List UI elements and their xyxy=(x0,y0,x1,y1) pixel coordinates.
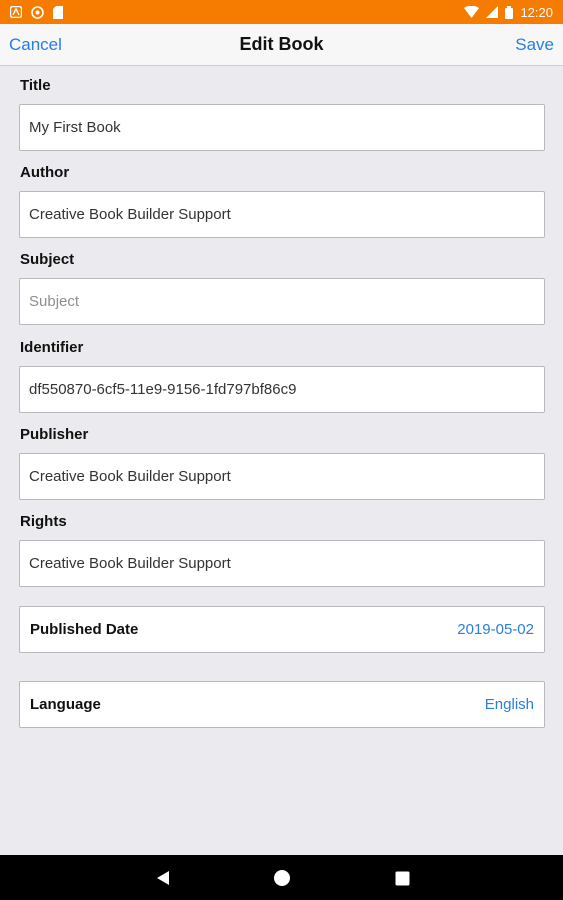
author-field[interactable] xyxy=(19,191,545,238)
nav-bar: Cancel Edit Book Save xyxy=(0,24,563,66)
recents-icon[interactable] xyxy=(391,867,413,889)
cancel-button[interactable]: Cancel xyxy=(9,35,62,55)
home-icon[interactable] xyxy=(271,867,293,889)
publisher-field[interactable] xyxy=(19,453,545,500)
sd-card-icon xyxy=(53,5,63,19)
subject-label: Subject xyxy=(20,251,75,268)
system-nav-bar xyxy=(0,855,563,900)
title-field[interactable] xyxy=(19,104,545,151)
signal-icon xyxy=(486,6,499,18)
wifi-icon xyxy=(464,6,480,18)
status-right-icons: 12:20 xyxy=(464,5,553,20)
status-left-icons xyxy=(10,5,63,19)
identifier-field[interactable] xyxy=(19,366,545,413)
rights-label: Rights xyxy=(20,513,67,530)
language-row[interactable]: Language English xyxy=(19,681,545,728)
published-date-label: Published Date xyxy=(30,621,139,638)
language-label: Language xyxy=(30,696,101,713)
status-time: 12:20 xyxy=(520,4,553,20)
battery-icon xyxy=(505,5,514,19)
published-date-row[interactable]: Published Date 2019-05-02 xyxy=(19,606,545,653)
save-button[interactable]: Save xyxy=(515,35,554,55)
subject-field[interactable] xyxy=(19,278,545,325)
published-date-value[interactable]: 2019-05-02 xyxy=(457,621,534,638)
status-bar: 12:20 xyxy=(0,0,563,24)
sync-icon xyxy=(31,5,44,19)
author-label: Author xyxy=(20,164,70,181)
title-label: Title xyxy=(20,77,51,94)
identifier-label: Identifier xyxy=(20,339,84,356)
back-icon[interactable] xyxy=(152,867,174,889)
notification-a-icon xyxy=(10,6,22,18)
page-title: Edit Book xyxy=(239,34,324,54)
publisher-label: Publisher xyxy=(20,426,89,443)
language-value[interactable]: English xyxy=(485,696,534,713)
rights-field[interactable] xyxy=(19,540,545,587)
